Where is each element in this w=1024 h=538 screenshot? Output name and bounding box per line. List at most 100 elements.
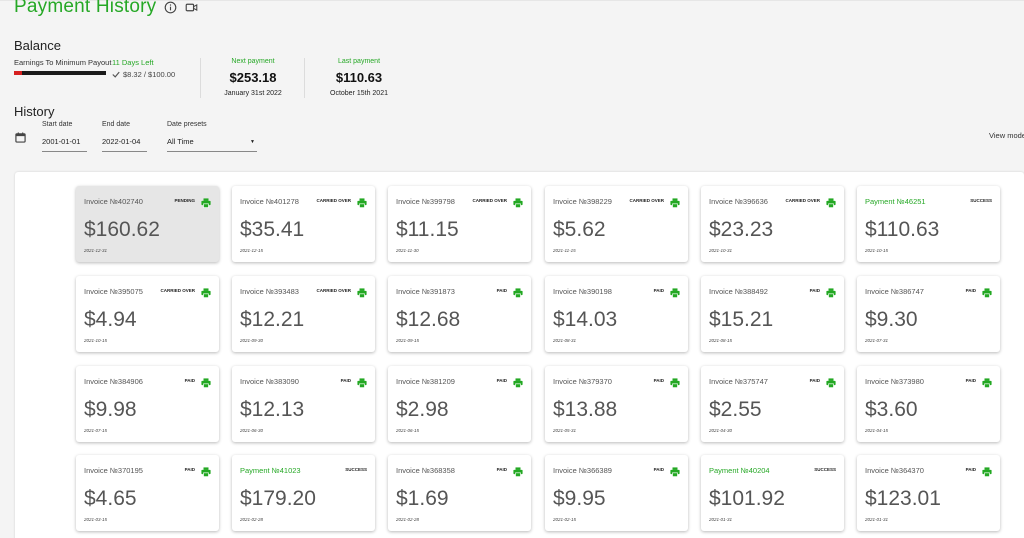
print-icon[interactable] xyxy=(670,464,680,477)
card-date: 2021-09-30 xyxy=(240,338,264,343)
status-badge: SUCCESS xyxy=(345,467,367,472)
invoice-card[interactable]: Invoice №379370 PAID $13.88 2021-05-31 xyxy=(545,366,688,442)
history-heading: History xyxy=(14,104,55,119)
invoice-card[interactable]: Invoice №381209 PAID $2.98 2021-06-15 xyxy=(388,366,531,442)
card-title: Invoice №368358 xyxy=(396,466,455,475)
card-amount: $110.63 xyxy=(865,218,940,241)
invoice-card[interactable]: Invoice №388492 PAID $15.21 2021-08-15 xyxy=(701,276,844,352)
print-icon[interactable] xyxy=(357,195,367,208)
card-date: 2021-03-15 xyxy=(84,517,108,522)
invoice-card[interactable]: Invoice №396636 CARRIED OVER $23.23 2021-10… xyxy=(701,186,844,262)
card-title: Invoice №373980 xyxy=(865,377,924,386)
page-title: Payment History xyxy=(14,0,157,17)
invoice-card[interactable]: Invoice №386747 PAID $9.30 2021-07-31 xyxy=(857,276,1000,352)
invoice-card[interactable]: Invoice №366389 PAID $9.95 2021-02-15 xyxy=(545,455,688,531)
print-icon[interactable] xyxy=(670,285,680,298)
print-icon[interactable] xyxy=(982,285,992,298)
invoice-card[interactable]: Invoice №398229 CARRIED OVER $5.62 2021-11-… xyxy=(545,186,688,262)
date-presets-value[interactable]: All Time ▼ xyxy=(167,137,257,152)
invoice-card[interactable]: Invoice №370195 PAID $4.65 2021-03-15 xyxy=(76,455,219,531)
print-icon[interactable] xyxy=(826,375,836,388)
status-badge: PAID xyxy=(809,288,820,293)
last-payment-amount: $110.63 xyxy=(335,70,383,85)
print-icon[interactable] xyxy=(826,285,836,298)
invoice-card[interactable]: Invoice №364370 PAID $123.01 2021-01-31 xyxy=(857,455,1000,531)
card-amount: $101.92 xyxy=(709,487,785,510)
card-date: 2021-01-31 xyxy=(865,517,889,522)
print-icon[interactable] xyxy=(201,195,211,208)
card-amount: $2.98 xyxy=(396,398,449,421)
invoice-card[interactable]: Invoice №375747 PAID $2.55 2021-04-30 xyxy=(701,366,844,442)
card-date: 2021-10-15 xyxy=(84,338,108,343)
status-badge: CARRIED OVER xyxy=(785,198,820,203)
print-icon[interactable] xyxy=(513,285,523,298)
card-title: Payment №46251 xyxy=(865,197,926,206)
divider xyxy=(304,58,305,98)
card-amount: $123.01 xyxy=(865,487,941,510)
next-payment-label: Next payment xyxy=(231,58,275,65)
start-date-input[interactable]: 2001-01-01 xyxy=(42,137,87,152)
card-amount: $12.13 xyxy=(240,398,305,421)
progress-amount-text: $8.32 / $100.00 xyxy=(123,70,176,79)
payment-card[interactable]: Payment №40204 SUCCESS $101.92 2021-01-31 xyxy=(701,455,844,531)
start-date-field[interactable]: Start date 2001-01-01 xyxy=(42,121,87,152)
check-icon xyxy=(112,71,120,78)
status-badge: PENDING xyxy=(174,198,195,203)
invoice-card[interactable]: Invoice №383090 PAID $12.13 2021-06-30 xyxy=(232,366,375,442)
print-icon[interactable] xyxy=(201,375,211,388)
card-amount: $13.88 xyxy=(553,398,618,421)
print-icon[interactable] xyxy=(201,464,211,477)
status-badge: CARRIED OVER xyxy=(160,288,195,293)
card-title: Invoice №401278 xyxy=(240,197,299,206)
invoice-card[interactable]: Invoice №402740 PENDING $160.62 2021-12-31 xyxy=(76,186,219,262)
invoice-card[interactable]: Invoice №390198 PAID $14.03 2021-08-31 xyxy=(545,276,688,352)
invoice-card[interactable]: Invoice №373980 PAID $3.60 2021-04-15 xyxy=(857,366,1000,442)
card-amount: $11.15 xyxy=(396,218,459,241)
print-icon[interactable] xyxy=(357,285,367,298)
view-mode-toggle[interactable]: View mode xyxy=(989,131,1024,140)
invoice-card[interactable]: Invoice №401278 CARRIED OVER $35.41 2021-12… xyxy=(232,186,375,262)
days-left: 11 Days Left xyxy=(112,58,154,67)
card-date: 2021-11-30 xyxy=(396,248,419,253)
invoice-card[interactable]: Invoice №368358 PAID $1.69 2021-02-28 xyxy=(388,455,531,531)
end-date-input[interactable]: 2022-01-04 xyxy=(102,137,147,152)
payment-card[interactable]: Payment №46251 SUCCESS $110.63 2021-10-15 xyxy=(857,186,1000,262)
print-icon[interactable] xyxy=(826,195,836,208)
card-date: 2021-02-15 xyxy=(553,517,577,522)
status-badge: PAID xyxy=(809,378,820,383)
print-icon[interactable] xyxy=(513,375,523,388)
print-icon[interactable] xyxy=(670,375,680,388)
print-icon[interactable] xyxy=(982,375,992,388)
chevron-down-icon: ▼ xyxy=(250,139,255,145)
status-badge: PAID xyxy=(965,288,976,293)
card-title: Invoice №364370 xyxy=(865,466,924,475)
card-date: 2021-09-15 xyxy=(396,338,420,343)
print-icon[interactable] xyxy=(513,464,523,477)
payment-card[interactable]: Payment №41023 SUCCESS $179.20 2021-02-28 xyxy=(232,455,375,531)
card-date: 2021-04-30 xyxy=(709,428,733,433)
card-amount: $2.55 xyxy=(709,398,762,421)
invoice-card[interactable]: Invoice №393483 CARRIED OVER $12.21 2021-09… xyxy=(232,276,375,352)
calendar-icon[interactable] xyxy=(15,132,26,143)
card-title: Payment №40204 xyxy=(709,466,770,475)
video-icon[interactable] xyxy=(185,1,198,14)
print-icon[interactable] xyxy=(982,464,992,477)
card-amount: $12.68 xyxy=(396,308,461,331)
card-date: 2021-08-15 xyxy=(709,338,733,343)
invoice-card[interactable]: Invoice №384906 PAID $9.98 2021-07-15 xyxy=(76,366,219,442)
date-presets-select[interactable]: Date presets All Time ▼ xyxy=(167,121,257,152)
print-icon[interactable] xyxy=(670,195,680,208)
status-badge: PAID xyxy=(653,467,664,472)
invoice-card[interactable]: Invoice №395075 CARRIED OVER $4.94 2021-10-… xyxy=(76,276,219,352)
invoice-card[interactable]: Invoice №391873 PAID $12.68 2021-09-15 xyxy=(388,276,531,352)
print-icon[interactable] xyxy=(201,285,211,298)
print-icon[interactable] xyxy=(513,195,523,208)
end-date-field[interactable]: End date 2022-01-04 xyxy=(102,121,147,152)
print-icon[interactable] xyxy=(357,375,367,388)
card-date: 2021-10-15 xyxy=(865,248,889,253)
invoice-card[interactable]: Invoice №399798 CARRIED OVER $11.15 2021-11… xyxy=(388,186,531,262)
card-date: 2021-08-31 xyxy=(553,338,577,343)
card-amount: $5.62 xyxy=(553,218,606,241)
info-icon[interactable] xyxy=(164,1,177,14)
card-date: 2021-06-30 xyxy=(240,428,264,433)
